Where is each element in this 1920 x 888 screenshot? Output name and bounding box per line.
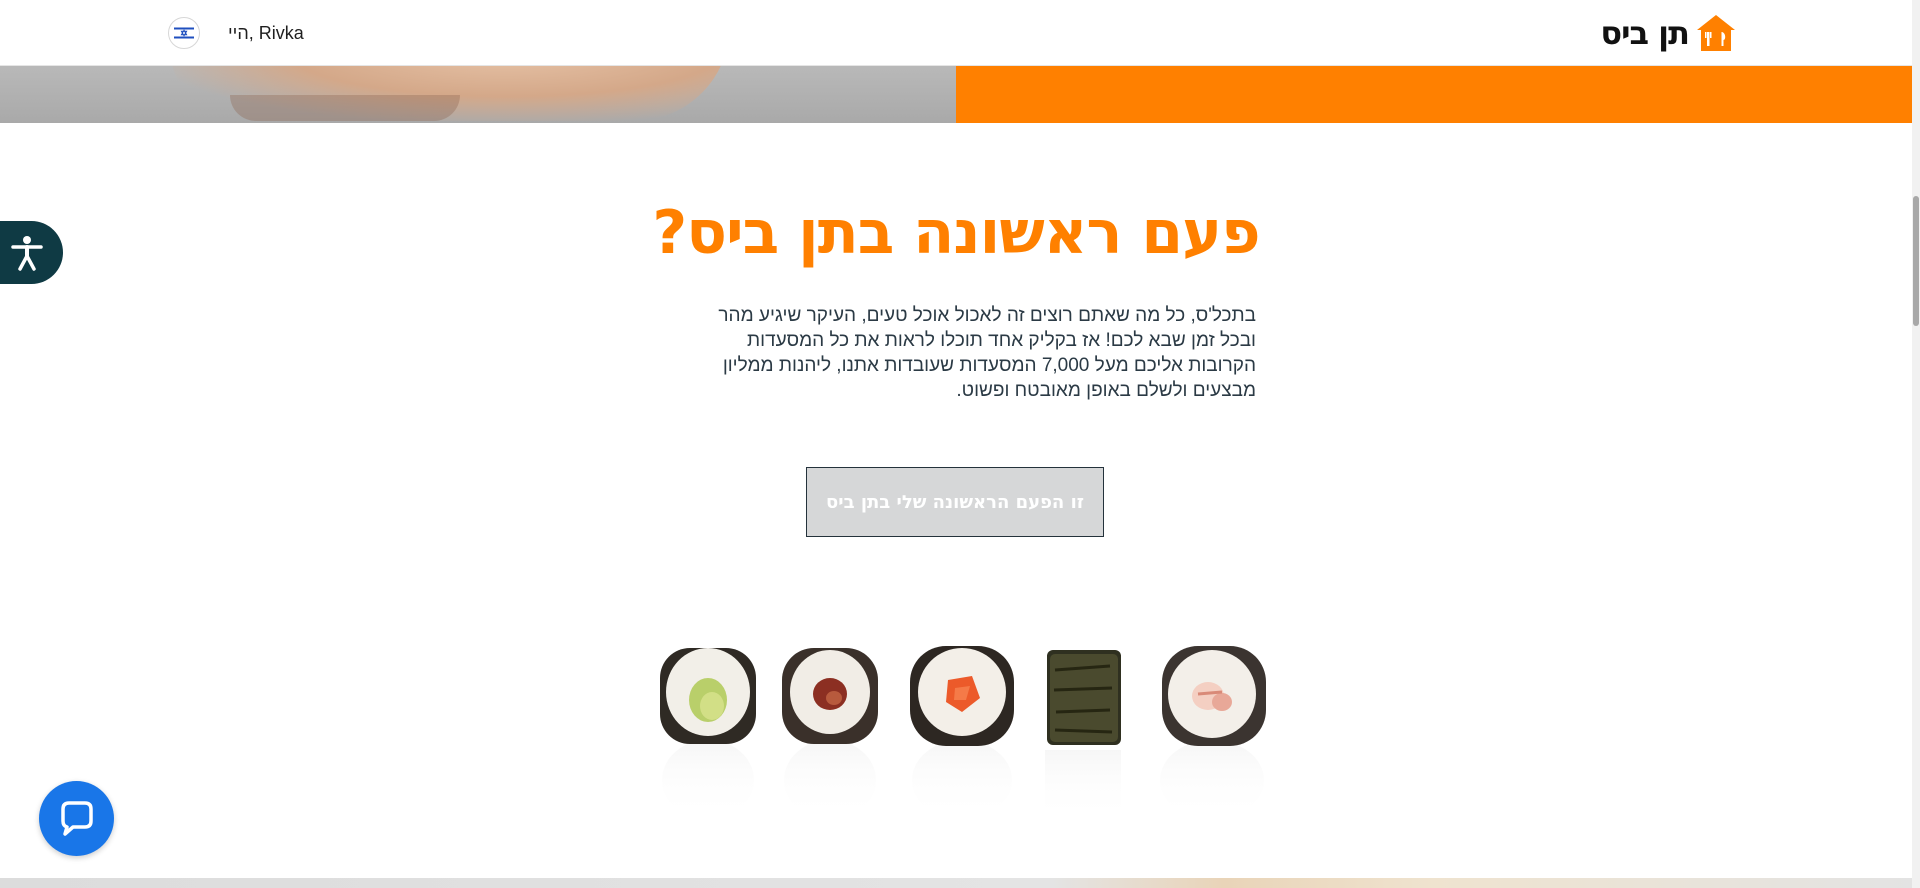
house-fork-logo-icon	[1697, 15, 1735, 51]
scrollbar-thumb[interactable]	[1913, 196, 1919, 326]
next-section-banner	[0, 878, 1912, 888]
logo-text: תן ביס	[1600, 14, 1690, 52]
hero-banner	[0, 65, 1912, 123]
sushi-image	[650, 640, 1280, 840]
user-greeting[interactable]: היי, Rivka	[228, 23, 304, 44]
user-area: היי, Rivka	[168, 17, 304, 49]
accessibility-icon	[10, 235, 43, 271]
page-scrollbar[interactable]	[1912, 0, 1920, 888]
site-logo[interactable]: תן ביס	[1600, 12, 1737, 54]
chat-bubble-icon	[60, 800, 93, 836]
sushi-roll-crab	[1162, 646, 1266, 746]
accessibility-button[interactable]	[0, 221, 63, 284]
section-body-text: בתכל'ס, כל מה שאתם רוצים זה לאכול אוכל ט…	[718, 305, 1256, 401]
first-time-button[interactable]: זו הפעם הראשונה שלי בתן ביס	[806, 467, 1104, 537]
hero-orange-panel	[956, 65, 1912, 123]
israel-flag-icon[interactable]	[168, 17, 200, 49]
hand-shadow	[230, 95, 460, 121]
section-headline: פעם ראשונה בתן ביס?	[652, 198, 1260, 268]
hero-photo	[0, 65, 956, 123]
sushi-roll-avocado	[660, 648, 756, 744]
sushi-roll-salmon	[910, 646, 1014, 746]
sushi-roll-nori	[1047, 650, 1121, 745]
chat-button[interactable]	[39, 781, 114, 856]
site-header: היי, Rivka תן ביס	[0, 0, 1912, 66]
sushi-roll-tuna	[782, 648, 878, 744]
